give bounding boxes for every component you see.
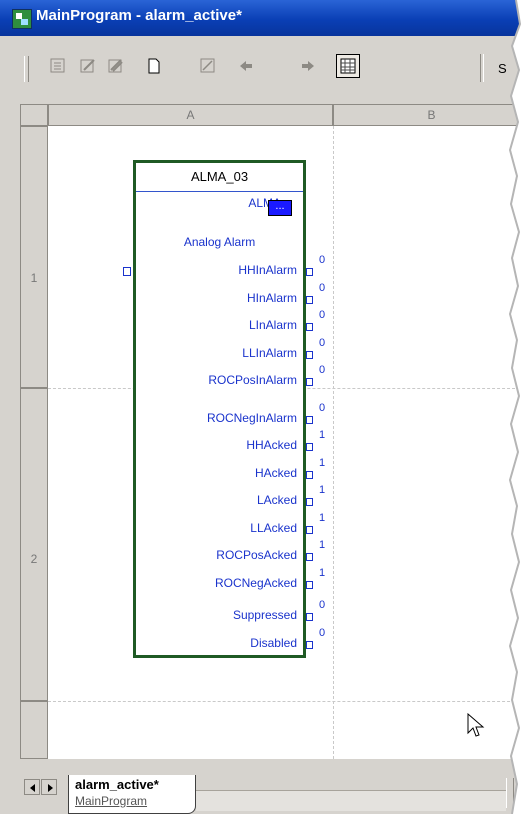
output-label: HAcked [254, 466, 297, 480]
output-pin[interactable] [306, 323, 313, 331]
sheet-layout-icon [340, 58, 356, 74]
output-value: 1 [319, 429, 326, 441]
row-header-1[interactable]: 1 [20, 126, 48, 388]
output-pin[interactable] [306, 613, 313, 621]
row-header-3[interactable] [20, 701, 48, 759]
output-value: 1 [319, 567, 326, 579]
output-value: 0 [319, 627, 326, 639]
output-label: ROCNegAcked [214, 576, 297, 590]
output-label: Disabled [250, 636, 297, 650]
tab-program-name: MainProgram [75, 794, 148, 808]
mouse-pointer-icon [467, 713, 485, 737]
output-value: 0 [319, 364, 326, 376]
edit-properties-icon [80, 59, 95, 73]
routine-icon [12, 9, 32, 29]
row-number-1: 1 [30, 271, 38, 285]
previous-sheet-button[interactable] [234, 54, 258, 78]
grid-properties-button[interactable] [46, 54, 70, 78]
window-title: MainProgram - alarm_active* [36, 7, 242, 24]
arrow-left-icon [30, 784, 35, 792]
new-sheet-icon [148, 58, 160, 74]
output-pin[interactable] [306, 641, 313, 649]
output-pin[interactable] [306, 416, 313, 424]
tab-alarm-active[interactable]: alarm_active* MainProgram [68, 775, 196, 814]
output-value: 0 [319, 402, 326, 414]
input-pin-in[interactable] [123, 267, 131, 276]
output-label: LLInAlarm [242, 346, 297, 360]
new-sheet-button[interactable] [142, 54, 166, 78]
output-value: 0 [319, 599, 326, 611]
output-label: LAcked [256, 493, 297, 507]
output-label: HHAcked [246, 438, 297, 452]
output-label: Suppressed [232, 608, 297, 622]
output-value: 0 [319, 337, 326, 349]
output-value: 0 [319, 254, 326, 266]
output-value: 1 [319, 457, 326, 469]
next-sheet-icon [302, 61, 314, 71]
output-pin[interactable] [306, 296, 313, 304]
output-value: 1 [319, 484, 326, 496]
tab-scroll-right-button[interactable] [41, 779, 57, 795]
column-header-b[interactable]: B [333, 104, 530, 126]
block-tag-name[interactable]: ALMA_03 [136, 163, 303, 192]
sheet-layout-button[interactable] [336, 54, 360, 78]
output-label: LInAlarm [248, 318, 297, 332]
output-label: ROCNegInAlarm [206, 411, 297, 425]
window-title-bar[interactable]: MainProgram - alarm_active* [0, 0, 530, 36]
output-pin[interactable] [306, 581, 313, 589]
output-label: HHInAlarm [238, 263, 297, 277]
output-pin[interactable] [306, 351, 313, 359]
toolbar-grip[interactable] [24, 56, 29, 82]
row-divider-2 [48, 701, 530, 702]
output-label: HInAlarm [246, 291, 297, 305]
column-header-a[interactable]: A [48, 104, 333, 126]
output-label: ROCPosInAlarm [208, 373, 297, 387]
block-description: Analog Alarm [183, 235, 256, 249]
corner-header[interactable] [20, 104, 48, 126]
edit-properties-button[interactable] [76, 54, 100, 78]
delete-sheet-icon [200, 58, 215, 73]
tab-scroll-left-button[interactable] [24, 779, 40, 795]
horizontal-scrollbar[interactable] [196, 790, 506, 811]
sheet-toolbar: S [0, 36, 530, 95]
previous-sheet-icon [240, 61, 252, 71]
torn-edge-decoration [508, 0, 530, 814]
output-pin[interactable] [306, 378, 313, 386]
output-value: 0 [319, 282, 326, 294]
output-value: 0 [319, 309, 326, 321]
tab-routine-name: alarm_active* [75, 777, 159, 792]
disabled-edit-button[interactable] [104, 54, 128, 78]
properties-ellipsis-button[interactable]: ... [268, 200, 292, 216]
row-header-2[interactable]: 2 [20, 388, 48, 701]
arrow-right-icon [48, 784, 53, 792]
grid-properties-icon [50, 58, 65, 73]
output-pin[interactable] [306, 268, 313, 276]
output-value: 1 [319, 539, 326, 551]
output-pin[interactable] [306, 526, 313, 534]
output-pin[interactable] [306, 553, 313, 561]
next-sheet-button[interactable] [296, 54, 320, 78]
output-value: 1 [319, 512, 326, 524]
output-pin[interactable] [306, 498, 313, 506]
output-label: ROCPosAcked [216, 548, 297, 562]
output-label: LLAcked [250, 521, 297, 535]
row-number-2: 2 [30, 552, 38, 566]
toolbar-separator [480, 54, 484, 82]
output-pin[interactable] [306, 471, 313, 479]
output-pin[interactable] [306, 443, 313, 451]
disabled-edit-icon [108, 59, 123, 73]
column-divider [333, 126, 334, 759]
delete-sheet-button[interactable] [196, 54, 220, 78]
